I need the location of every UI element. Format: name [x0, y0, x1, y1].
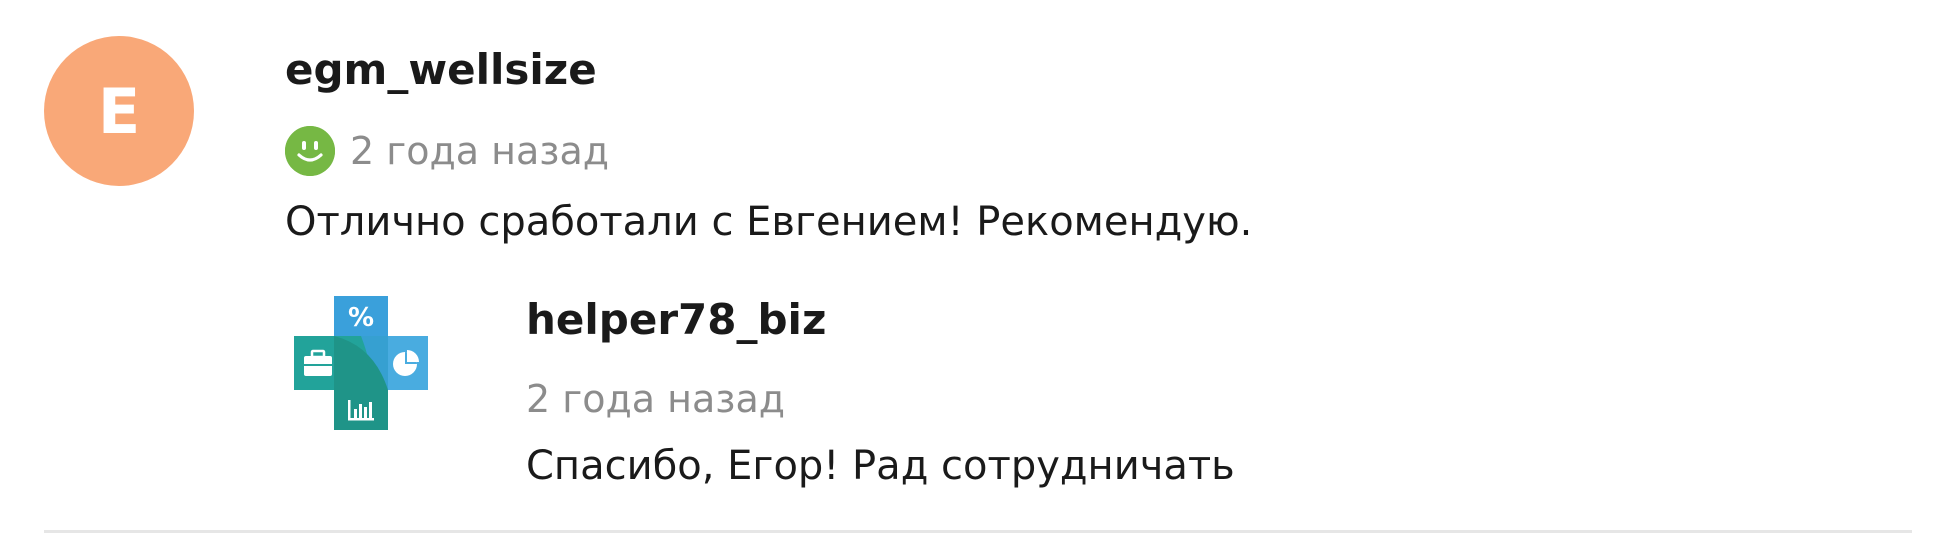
review-text: Отлично сработали с Евгением! Рекомендую…	[285, 199, 1253, 245]
reply-author-logo[interactable]: %	[294, 296, 428, 430]
reply-text: Спасибо, Егор! Рад сотрудничать	[526, 443, 1235, 489]
reply-date: 2 года назад	[526, 377, 786, 421]
author-avatar[interactable]: E	[44, 36, 194, 186]
smile-icon	[285, 126, 335, 176]
review-divider	[44, 530, 1912, 533]
avatar-letter: E	[97, 74, 141, 148]
review-item: E egm_wellsize 2 года назад Отлично сраб…	[0, 0, 1953, 540]
percent-icon: %	[348, 303, 374, 333]
review-author-name[interactable]: egm_wellsize	[285, 42, 597, 98]
review-date: 2 года назад	[350, 129, 610, 173]
reply-author-name[interactable]: helper78_biz	[526, 292, 826, 348]
